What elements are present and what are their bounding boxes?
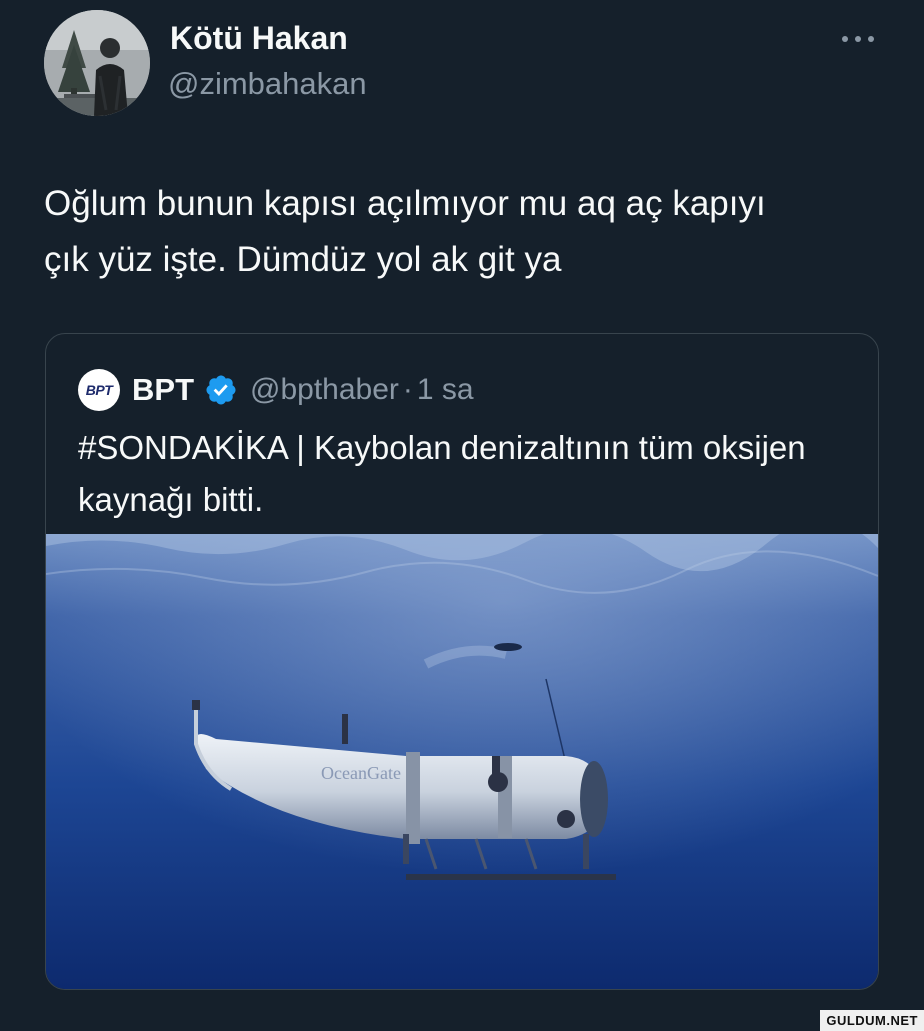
tweet-text: Oğlum bunun kapısı açılmıyor mu aq aç ka… — [44, 184, 766, 279]
submarine-hull-text: OceanGate — [321, 763, 401, 783]
quoted-tweet-text: #SONDAKİKA | Kaybolan denizaltının tüm o… — [78, 429, 806, 518]
quoted-timestamp[interactable]: 1 sa — [417, 373, 474, 407]
quoted-author-name[interactable]: BPT — [132, 372, 194, 408]
quoted-author-handle[interactable]: @bpthaber — [250, 373, 399, 407]
quoted-tweet-media[interactable]: OceanGate — [46, 534, 878, 989]
quoted-avatar-logo-text: BPT — [85, 382, 113, 398]
quoted-tweet-card[interactable]: BPT BPT @bpthaber · 1 sa #SONDAKİKA | Ka… — [45, 333, 879, 990]
more-horizontal-icon — [842, 36, 874, 42]
quoted-tweet-header: BPT BPT @bpthaber · 1 sa — [78, 368, 474, 412]
separator-dot: · — [402, 373, 413, 406]
tweet: Kötü Hakan @zimbahakan Oğlum bunun kapıs… — [0, 0, 924, 1031]
author-avatar[interactable] — [44, 10, 150, 116]
author-display-name[interactable]: Kötü Hakan — [170, 20, 348, 57]
more-options-button[interactable] — [838, 24, 878, 54]
submarine-photo-icon: OceanGate — [46, 534, 878, 989]
verified-badge-icon — [206, 375, 236, 405]
watermark: GULDUM.NET — [820, 1010, 924, 1031]
author-handle[interactable]: @zimbahakan — [168, 66, 367, 102]
quoted-author-avatar[interactable]: BPT — [78, 369, 120, 411]
profile-photo-icon — [44, 10, 150, 116]
